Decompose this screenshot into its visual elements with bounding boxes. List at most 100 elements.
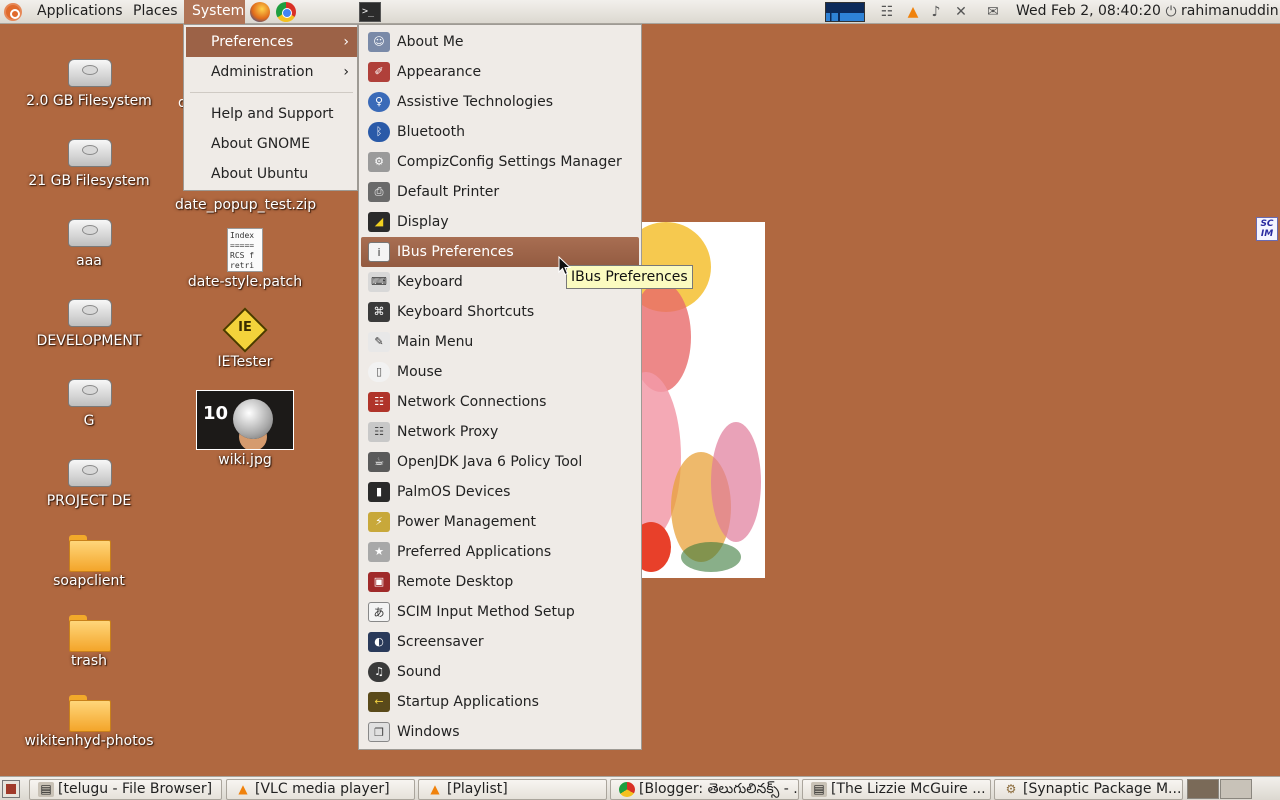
system-menu-about-ubuntu[interactable]: About Ubuntu xyxy=(186,159,357,189)
volume-icon[interactable]: ♪ xyxy=(927,3,945,21)
desktop-icon-wiki-jpg[interactable]: wiki.jpg xyxy=(175,390,315,468)
pref-item-screensaver[interactable]: ◐ Screensaver xyxy=(361,627,639,657)
desktop-icon-filesystem-21gb[interactable]: 21 GB Filesystem xyxy=(19,135,159,189)
pref-item-keyboard-shortcuts[interactable]: ⌘ Keyboard Shortcuts xyxy=(361,297,639,327)
tooltip: IBus Preferences xyxy=(566,265,693,289)
pref-item-display[interactable]: ◢ Display xyxy=(361,207,639,237)
workspace-2[interactable] xyxy=(1220,779,1252,799)
system-menu-preferences[interactable]: Preferences › xyxy=(186,27,357,57)
menu-item-label: Display xyxy=(397,214,449,230)
desktop-icon-trash[interactable]: trash xyxy=(19,613,159,669)
menu-item-label: Remote Desktop xyxy=(397,574,514,590)
menu-item-label: Screensaver xyxy=(397,634,484,650)
task-label: [Playlist] xyxy=(447,781,508,797)
task-label: [VLC media player] xyxy=(255,781,390,797)
palm-device-icon: ▮ xyxy=(368,482,390,502)
desktop-icon-wikitenhyd-photos[interactable]: wikitenhyd-photos xyxy=(19,693,159,749)
desktop-icon-project-de[interactable]: PROJECT DE xyxy=(19,455,159,509)
drive-icon xyxy=(66,455,112,491)
menu-item-label: Default Printer xyxy=(397,184,500,200)
pref-item-main-menu[interactable]: ✎ Main Menu xyxy=(361,327,639,357)
pref-item-compizconfig[interactable]: ⚙ CompizConfig Settings Manager xyxy=(361,147,639,177)
scim-indicator-icon[interactable]: SC IM xyxy=(1256,217,1278,241)
system-menu-help-and-support[interactable]: Help and Support xyxy=(186,99,357,129)
printer-icon: ⎙ xyxy=(368,182,390,202)
task-playlist[interactable]: ▲ [Playlist] xyxy=(418,779,607,800)
desktop-icon-label: 21 GB Filesystem xyxy=(28,173,150,189)
pref-item-preferred-applications[interactable]: ★ Preferred Applications xyxy=(361,537,639,567)
ietester-icon-text: IE xyxy=(238,320,252,335)
network-connections-icon: ☷ xyxy=(368,392,390,412)
pref-item-sound[interactable]: ♫ Sound xyxy=(361,657,639,687)
task-vlc-media-player[interactable]: ▲ [VLC media player] xyxy=(226,779,415,800)
vlc-tray-icon[interactable]: ▲ xyxy=(904,3,922,21)
terminal-icon[interactable]: >_ xyxy=(359,2,381,22)
pref-item-default-printer[interactable]: ⎙ Default Printer xyxy=(361,177,639,207)
user-switcher[interactable]: rahimanuddin xyxy=(1181,0,1279,24)
mouse-pointer-icon xyxy=(558,256,572,276)
task-lizzie-mcguire[interactable]: ▤ [The Lizzie McGuire ... xyxy=(802,779,991,800)
mail-icon[interactable]: ✉ xyxy=(984,3,1002,21)
desktop-icon-aaa[interactable]: aaa xyxy=(19,215,159,269)
power-icon[interactable]: ⏻ xyxy=(1162,3,1180,21)
places-menu[interactable]: Places xyxy=(129,0,182,24)
text-document-icon: Index ===== RCS f retri xyxy=(227,228,263,272)
task-synaptic[interactable]: ⚙ [Synaptic Package M... xyxy=(994,779,1183,800)
pref-item-mouse[interactable]: ▯ Mouse xyxy=(361,357,639,387)
system-menu-button[interactable]: System xyxy=(184,0,245,24)
ubuntu-logo-icon[interactable] xyxy=(4,3,22,21)
pref-item-power-management[interactable]: ⚡ Power Management xyxy=(361,507,639,537)
task-label: [telugu - File Browser] xyxy=(58,781,213,797)
pref-item-appearance[interactable]: ✐ Appearance xyxy=(361,57,639,87)
desktop-icon-g[interactable]: G xyxy=(19,375,159,429)
network-cable-icon[interactable]: ✕ xyxy=(952,3,970,21)
network-manager-icon[interactable]: ☷ xyxy=(878,3,896,21)
vlc-icon: ▲ xyxy=(238,782,248,796)
task-label: [Synaptic Package M... xyxy=(1023,781,1182,797)
desktop-icon-soapclient[interactable]: soapclient xyxy=(19,533,159,589)
chrome-icon[interactable] xyxy=(276,2,296,22)
firefox-icon[interactable] xyxy=(250,2,270,22)
pref-item-ibus-preferences[interactable]: i IBus Preferences xyxy=(361,237,639,267)
ibus-info-icon: i xyxy=(368,242,390,262)
show-desktop-icon[interactable] xyxy=(2,780,20,798)
pref-item-openjdk-policy-tool[interactable]: ☕ OpenJDK Java 6 Policy Tool xyxy=(361,447,639,477)
system-menu-about-gnome[interactable]: About GNOME xyxy=(186,129,357,159)
clock[interactable]: Wed Feb 2, 08:40:20 xyxy=(1016,0,1161,24)
pref-item-startup-applications[interactable]: ← Startup Applications xyxy=(361,687,639,717)
desktop-icon-date-popup-zip[interactable]: date_popup_test.zip xyxy=(175,195,317,213)
applications-menu[interactable]: Applications xyxy=(33,0,127,24)
folder-icon xyxy=(66,533,112,572)
desktop-icon-development[interactable]: DEVELOPMENT xyxy=(19,295,159,349)
menu-item-label: Assistive Technologies xyxy=(397,94,554,110)
drive-icon xyxy=(66,295,112,331)
pref-item-scim-setup[interactable]: あ SCIM Input Method Setup xyxy=(361,597,639,627)
task-blogger[interactable]: [Blogger: తెలుగులినక్స్ - ... xyxy=(610,779,799,800)
menu-item-label: About GNOME xyxy=(211,136,311,152)
desktop-icon-date-style-patch[interactable]: Index ===== RCS f retri date-style.patch xyxy=(175,228,315,290)
task-file-browser[interactable]: ▤ [telugu - File Browser] xyxy=(29,779,222,800)
pref-item-bluetooth[interactable]: ᛒ Bluetooth xyxy=(361,117,639,147)
menu-item-label: Power Management xyxy=(397,514,537,530)
desktop-icon-label: DEVELOPMENT xyxy=(36,333,142,349)
remote-desktop-icon: ▣ xyxy=(368,572,390,592)
pref-item-assistive-technologies[interactable]: ♀ Assistive Technologies xyxy=(361,87,639,117)
pref-item-network-proxy[interactable]: ☷ Network Proxy xyxy=(361,417,639,447)
mouse-icon: ▯ xyxy=(368,362,390,382)
desktop-icon-label: date_popup_test.zip xyxy=(175,197,317,213)
folder-icon xyxy=(66,693,112,732)
desktop-icon-filesystem-2gb[interactable]: 2.0 GB Filesystem xyxy=(19,55,159,109)
pref-item-palmos-devices[interactable]: ▮ PalmOS Devices xyxy=(361,477,639,507)
menu-item-label: CompizConfig Settings Manager xyxy=(397,154,622,170)
system-monitor-graph[interactable] xyxy=(825,2,865,22)
pref-item-windows[interactable]: ❐ Windows xyxy=(361,717,639,747)
drive-icon xyxy=(66,55,112,91)
pref-item-remote-desktop[interactable]: ▣ Remote Desktop xyxy=(361,567,639,597)
system-menu-administration[interactable]: Administration › xyxy=(186,57,357,87)
preferences-submenu: ☺ About Me ✐ Appearance ♀ Assistive Tech… xyxy=(358,24,642,750)
pref-item-about-me[interactable]: ☺ About Me xyxy=(361,27,639,57)
workspace-1[interactable] xyxy=(1187,779,1219,799)
pref-item-network-connections[interactable]: ☷ Network Connections xyxy=(361,387,639,417)
keyboard-shortcuts-icon: ⌘ xyxy=(368,302,390,322)
desktop-icon-ietester[interactable]: IE IETester xyxy=(175,307,315,370)
